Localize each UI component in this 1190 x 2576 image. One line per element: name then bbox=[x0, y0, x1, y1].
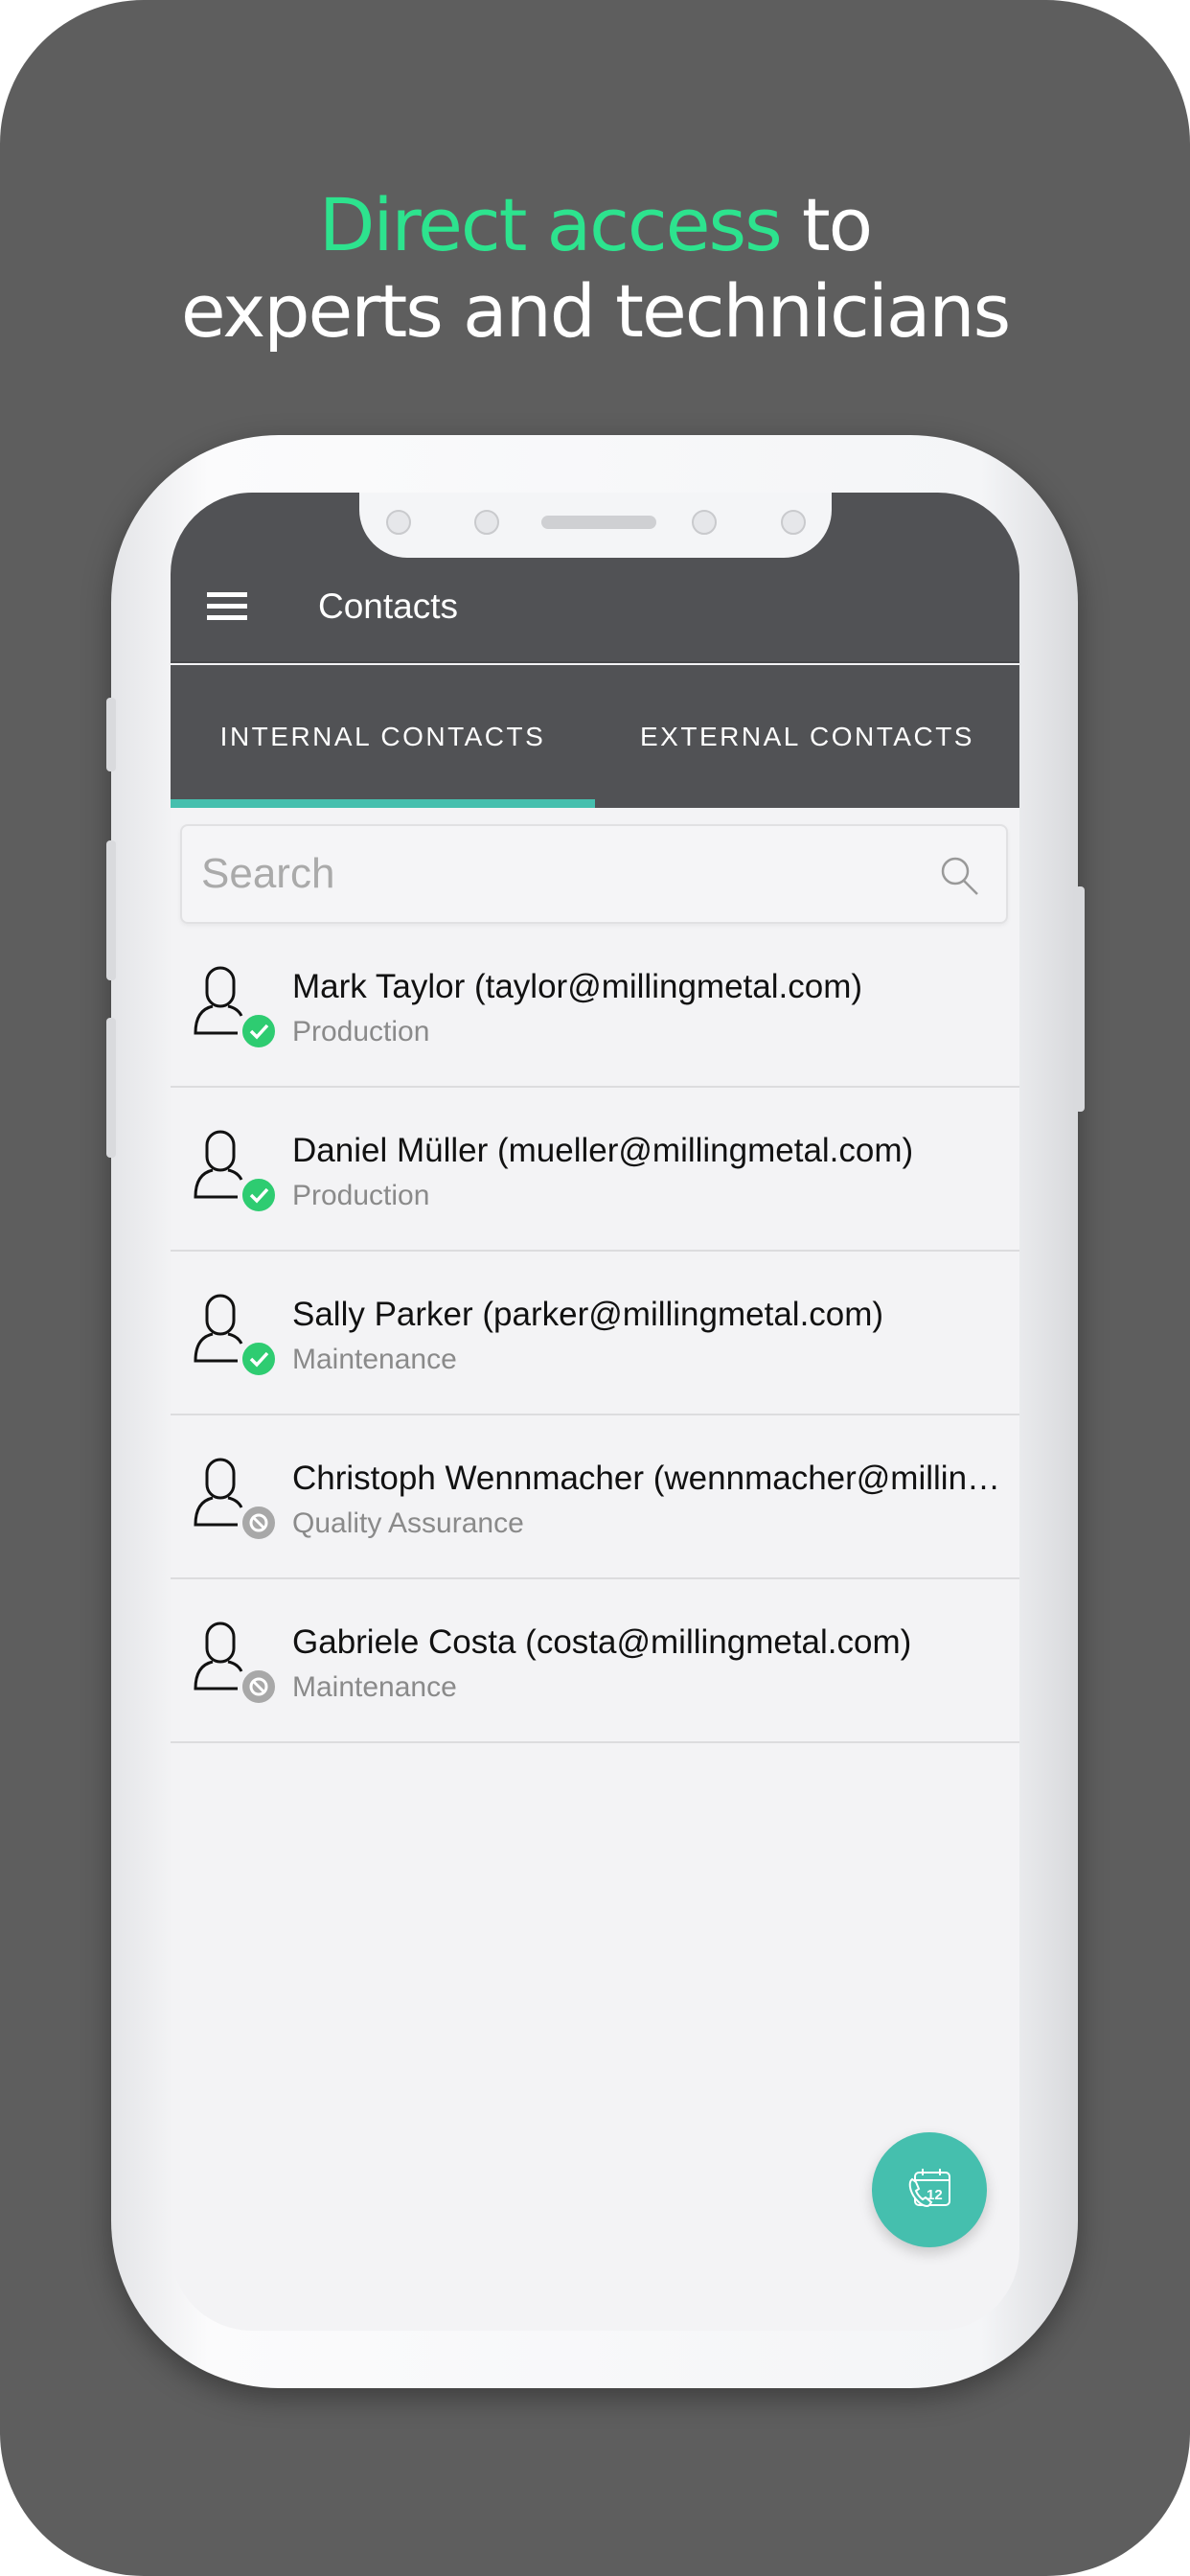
headline-line2: experts and technicians bbox=[180, 268, 1011, 354]
contact-department: Production bbox=[292, 1016, 430, 1047]
sensor-dot bbox=[474, 510, 499, 535]
person-icon bbox=[192, 1292, 278, 1378]
contact-row[interactable]: Sally Parker (parker@millingmetal.com) M… bbox=[171, 1252, 1019, 1415]
contact-name: Daniel Müller (mueller@millingmetal.com) bbox=[292, 1132, 914, 1169]
phone-volume-down-button bbox=[106, 1018, 116, 1158]
status-available-icon bbox=[240, 1012, 278, 1050]
contact-name: Gabriele Costa (costa@millingmetal.com) bbox=[292, 1623, 912, 1661]
headline-accent: Direct access bbox=[318, 182, 783, 267]
person-icon bbox=[192, 1620, 278, 1706]
camera-dot bbox=[692, 510, 717, 535]
sensor-dot bbox=[386, 510, 411, 535]
phone-notch bbox=[359, 493, 832, 558]
tab-bar: INTERNAL CONTACTS EXTERNAL CONTACTS bbox=[171, 665, 1019, 808]
contact-name: Mark Taylor (taylor@millingmetal.com) bbox=[292, 968, 862, 1005]
headline-line1: Direct access to bbox=[0, 182, 1190, 267]
speaker-grille bbox=[541, 516, 656, 529]
page-title: Contacts bbox=[318, 586, 459, 626]
headline-rest: to bbox=[780, 182, 873, 267]
status-available-icon bbox=[240, 1340, 278, 1378]
calendar-phone-icon: 12 bbox=[908, 2169, 950, 2207]
phone-mute-button bbox=[106, 698, 116, 771]
contact-department: Maintenance bbox=[292, 1671, 457, 1703]
tab-internal-contacts[interactable]: INTERNAL CONTACTS bbox=[171, 665, 595, 808]
status-unavailable-icon bbox=[240, 1504, 278, 1542]
phone-volume-up-button bbox=[106, 840, 116, 980]
app-screen: Contacts INTERNAL CONTACTS EXTERNAL CONT… bbox=[171, 493, 1019, 2331]
tab-external-contacts[interactable]: EXTERNAL CONTACTS bbox=[595, 665, 1019, 808]
contact-department: Quality Assurance bbox=[292, 1507, 524, 1539]
contact-list: Mark Taylor (taylor@millingmetal.com) Pr… bbox=[171, 924, 1019, 1743]
calendar-day-text: 12 bbox=[927, 2187, 943, 2203]
contact-name: Christoph Wennmacher (wennmacher@milling… bbox=[292, 1460, 1001, 1497]
schedule-call-button[interactable]: 12 bbox=[872, 2132, 987, 2247]
search-box bbox=[180, 824, 1008, 924]
search-icon[interactable] bbox=[939, 855, 981, 897]
phone-power-button bbox=[1075, 886, 1085, 1112]
contact-row[interactable]: Gabriele Costa (costa@millingmetal.com) … bbox=[171, 1579, 1019, 1743]
sensor-dot bbox=[781, 510, 806, 535]
hamburger-icon[interactable] bbox=[207, 592, 247, 621]
person-icon bbox=[192, 964, 278, 1050]
contact-department: Maintenance bbox=[292, 1344, 457, 1375]
person-icon bbox=[192, 1128, 278, 1214]
contact-name: Sally Parker (parker@millingmetal.com) bbox=[292, 1296, 884, 1333]
contact-row[interactable]: Christoph Wennmacher (wennmacher@milling… bbox=[171, 1415, 1019, 1579]
person-icon bbox=[192, 1456, 278, 1542]
search-input[interactable] bbox=[201, 845, 929, 903]
contact-row[interactable]: Daniel Müller (mueller@millingmetal.com)… bbox=[171, 1088, 1019, 1252]
status-unavailable-icon bbox=[240, 1668, 278, 1706]
contact-department: Production bbox=[292, 1180, 430, 1211]
status-available-icon bbox=[240, 1176, 278, 1214]
contact-row[interactable]: Mark Taylor (taylor@millingmetal.com) Pr… bbox=[171, 924, 1019, 1088]
